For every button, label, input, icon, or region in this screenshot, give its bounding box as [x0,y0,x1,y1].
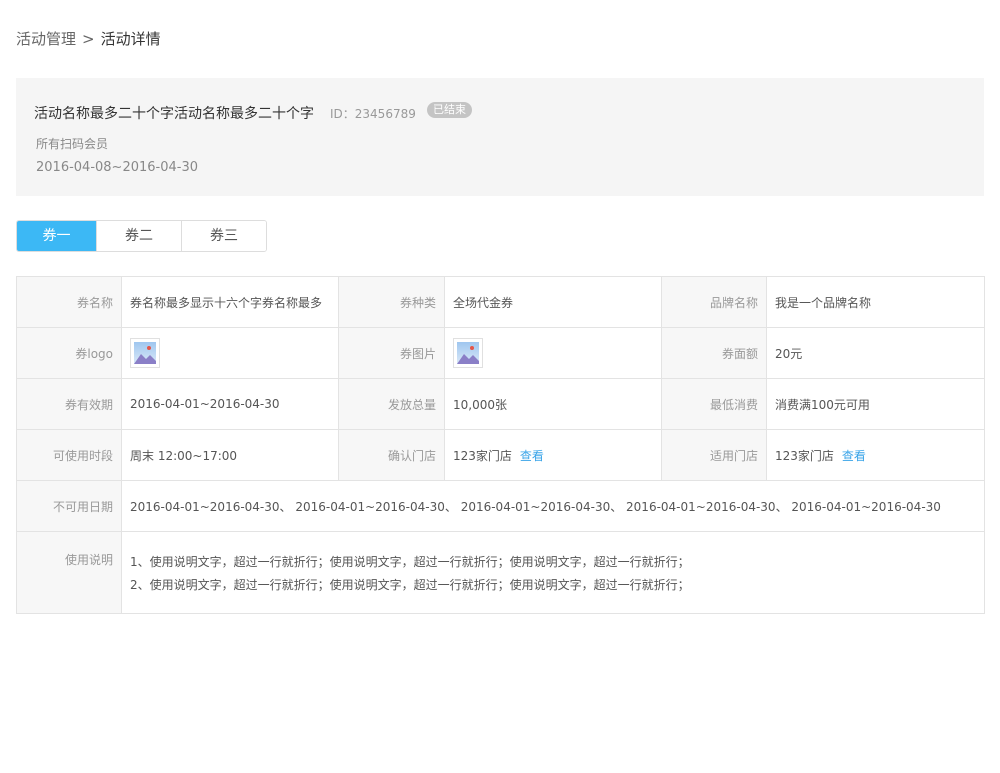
view-confirm-store-link[interactable]: 查看 [520,449,544,463]
usage-label: 使用说明 [16,531,122,614]
issued-total-label: 发放总量 [338,378,445,430]
image-thumbnail-icon[interactable] [130,338,160,368]
table-row: 可使用时段 周末 12:00~17:00 确认门店 123家门店 查看 适用门店 … [16,429,985,481]
tab-coupon-1[interactable]: 券一 [17,221,96,251]
applicable-store-label: 适用门店 [661,429,767,481]
table-row: 券有效期 2016-04-01~2016-04-30 发放总量 10,000张 … [16,378,985,430]
face-value-label: 券面额 [661,327,767,379]
usage-line: 2、使用说明文字，超过一行就折行；使用说明文字，超过一行就折行；使用说明文字，超… [130,578,690,592]
issued-total-value: 10,000张 [444,378,662,430]
usable-time-label: 可使用时段 [16,429,122,481]
table-row: 券logo 券图片 券面额 20元 [16,327,985,379]
applicable-store-cell: 123家门店 查看 [766,429,985,481]
breadcrumb-parent[interactable]: 活动管理 [16,30,76,48]
min-spend-label: 最低消费 [661,378,767,430]
breadcrumb-separator: > [82,30,95,48]
coupon-logo-label: 券logo [16,327,122,379]
confirm-store-cell: 123家门店 查看 [444,429,662,481]
activity-title: 活动名称最多二十个字活动名称最多二十个字 [34,106,314,122]
coupon-name-label: 券名称 [16,276,122,328]
unavailable-dates-label: 不可用日期 [16,480,122,532]
min-spend-value: 消费满100元可用 [766,378,985,430]
coupon-logo-cell [121,327,339,379]
tab-coupon-3[interactable]: 券三 [181,221,266,251]
confirm-store-value: 123家门店 [453,448,512,463]
validity-label: 券有效期 [16,378,122,430]
breadcrumb-current: 活动详情 [100,30,161,48]
table-row: 券名称 券名称最多显示十六个字券名称最多 券种类 全场代金券 品牌名称 我是一个… [16,276,985,328]
confirm-store-label: 确认门店 [338,429,445,481]
table-row: 不可用日期 2016-04-01~2016-04-30、 2016-04-01~… [16,480,985,532]
table-row: 使用说明 1、使用说明文字，超过一行就折行；使用说明文字，超过一行就折行；使用说… [16,531,985,614]
coupon-type-value: 全场代金券 [444,276,662,328]
brand-name-value: 我是一个品牌名称 [766,276,985,328]
image-thumbnail-icon[interactable] [453,338,483,368]
coupon-details-table: 券名称 券名称最多显示十六个字券名称最多 券种类 全场代金券 品牌名称 我是一个… [16,276,985,614]
coupon-type-label: 券种类 [338,276,445,328]
unavailable-dates-value: 2016-04-01~2016-04-30、 2016-04-01~2016-0… [121,480,985,532]
coupon-tabs: 券一 券二 券三 [16,220,267,252]
status-badge: 已结束 [427,102,472,118]
tab-coupon-2[interactable]: 券二 [96,221,181,251]
usable-time-value: 周末 12:00~17:00 [121,429,339,481]
coupon-name-value: 券名称最多显示十六个字券名称最多 [121,276,339,328]
activity-info-panel: 活动名称最多二十个字活动名称最多二十个字 ID：23456789 已结束 所有扫… [16,78,984,196]
activity-id: ID：23456789 [330,107,416,121]
brand-name-label: 品牌名称 [661,276,767,328]
face-value-value: 20元 [766,327,985,379]
view-applicable-store-link[interactable]: 查看 [842,449,866,463]
usage-line: 1、使用说明文字，超过一行就折行；使用说明文字，超过一行就折行；使用说明文字，超… [130,555,690,569]
activity-date-range: 2016-04-08~2016-04-30 [36,160,198,175]
validity-value: 2016-04-01~2016-04-30 [121,378,339,430]
usage-text: 1、使用说明文字，超过一行就折行；使用说明文字，超过一行就折行；使用说明文字，超… [121,531,985,614]
coupon-image-cell [444,327,662,379]
coupon-image-label: 券图片 [338,327,445,379]
breadcrumb: 活动管理 > 活动详情 [16,28,161,49]
activity-audience: 所有扫码会员 [36,137,109,151]
applicable-store-value: 123家门店 [775,448,834,463]
